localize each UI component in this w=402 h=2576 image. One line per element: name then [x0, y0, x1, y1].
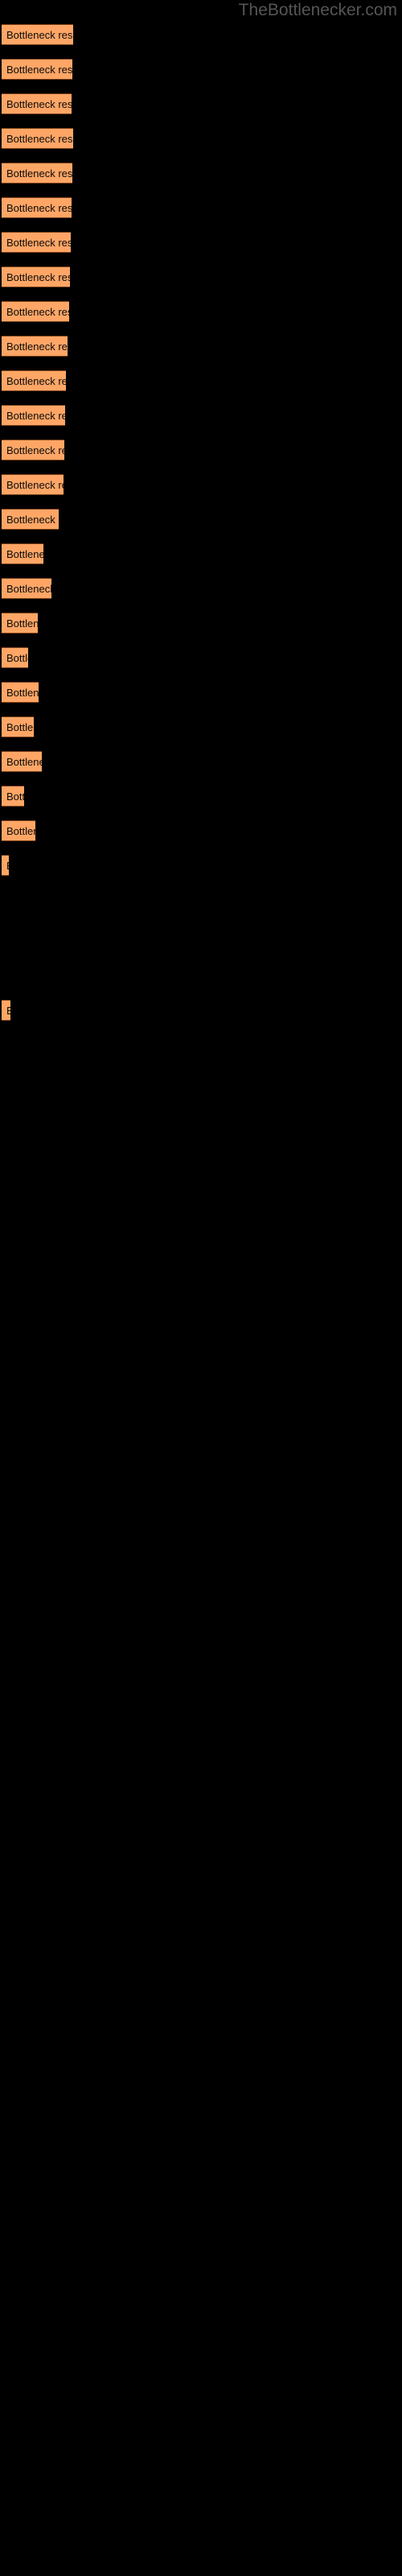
bar-8[interactable]: Bottleneck result	[2, 266, 70, 287]
bar-20[interactable]: Bottleneck result	[2, 682, 39, 703]
bar-label: Bottleneck result	[6, 237, 71, 249]
bar-label: Bottleneck result	[6, 514, 59, 526]
bar-19[interactable]: Bottleneck result	[2, 647, 28, 668]
bar-21[interactable]: Bottleneck result	[2, 716, 34, 737]
bar-label: Bottleneck result	[6, 375, 66, 387]
bar-label: Bottleneck result	[6, 1001, 10, 1020]
bottleneck-chart: TheBottlenecker.com Bottleneck resultBot…	[0, 0, 402, 2576]
bar-13[interactable]: Bottleneck result	[2, 440, 64, 460]
bar-label: Bottleneck result	[6, 410, 65, 422]
bar-14[interactable]: Bottleneck result	[2, 474, 64, 495]
bar-3[interactable]: Bottleneck result	[2, 93, 72, 114]
bar-1[interactable]: Bottleneck result	[2, 24, 73, 45]
bar-15[interactable]: Bottleneck result	[2, 509, 59, 530]
bar-10[interactable]: Bottleneck result	[2, 336, 68, 357]
bar-6[interactable]: Bottleneck result	[2, 197, 72, 218]
bar-18[interactable]: Bottleneck result	[2, 613, 38, 634]
bar-11[interactable]: Bottleneck result	[2, 370, 66, 391]
bar-label: Bottleneck result	[6, 167, 72, 180]
bar-16[interactable]: Bottleneck result	[2, 543, 43, 564]
bar-9[interactable]: Bottleneck result	[2, 301, 69, 322]
bar-label: Bottleneck result	[6, 791, 24, 803]
bar-label: Bottleneck result	[6, 444, 64, 456]
bar-label: Bottleneck result	[6, 721, 34, 733]
bar-label: Bottleneck result	[6, 202, 72, 214]
bar-label: Bottleneck result	[6, 341, 68, 353]
bar-label: Bottleneck result	[6, 652, 28, 664]
bar-label: Bottleneck result	[6, 479, 64, 491]
bar-7[interactable]: Bottleneck result	[2, 232, 71, 253]
bar-label: Bottleneck result	[6, 64, 72, 76]
bar-label: Bottleneck result	[6, 29, 73, 41]
bar-label: Bottleneck result	[6, 548, 43, 560]
bar-series-layer: Bottleneck result Bottleneck result Bottle…	[0, 0, 402, 2576]
bar-label: Bottleneck result	[6, 687, 39, 699]
bar-23[interactable]: Bottleneck result	[2, 786, 24, 807]
bar-label: Bottleneck result	[6, 98, 72, 110]
bar-label: Bottleneck result	[6, 271, 70, 283]
bar-12[interactable]: Bottleneck result	[2, 405, 65, 426]
bar-label: Bottleneck result	[6, 756, 42, 768]
bar-label: Bottleneck result	[6, 856, 9, 875]
bar-25[interactable]: Bottleneck result	[2, 855, 9, 876]
bar-label: Bottleneck result	[6, 583, 51, 595]
bar-2[interactable]: Bottleneck result	[2, 59, 72, 80]
bar-17[interactable]: Bottleneck result	[2, 578, 51, 599]
bar-label: Bottleneck result	[6, 617, 38, 630]
bar-22[interactable]: Bottleneck result	[2, 751, 42, 772]
bar-label: Bottleneck result	[6, 133, 73, 145]
bar-label: Bottleneck result	[6, 306, 69, 318]
bar-24[interactable]: Bottleneck result	[2, 820, 35, 841]
bar-label: Bottleneck result	[6, 825, 35, 837]
bar-5[interactable]: Bottleneck result	[2, 163, 72, 184]
bar-4[interactable]: Bottleneck result	[2, 128, 73, 149]
bar-26[interactable]: Bottleneck result	[2, 1000, 10, 1021]
